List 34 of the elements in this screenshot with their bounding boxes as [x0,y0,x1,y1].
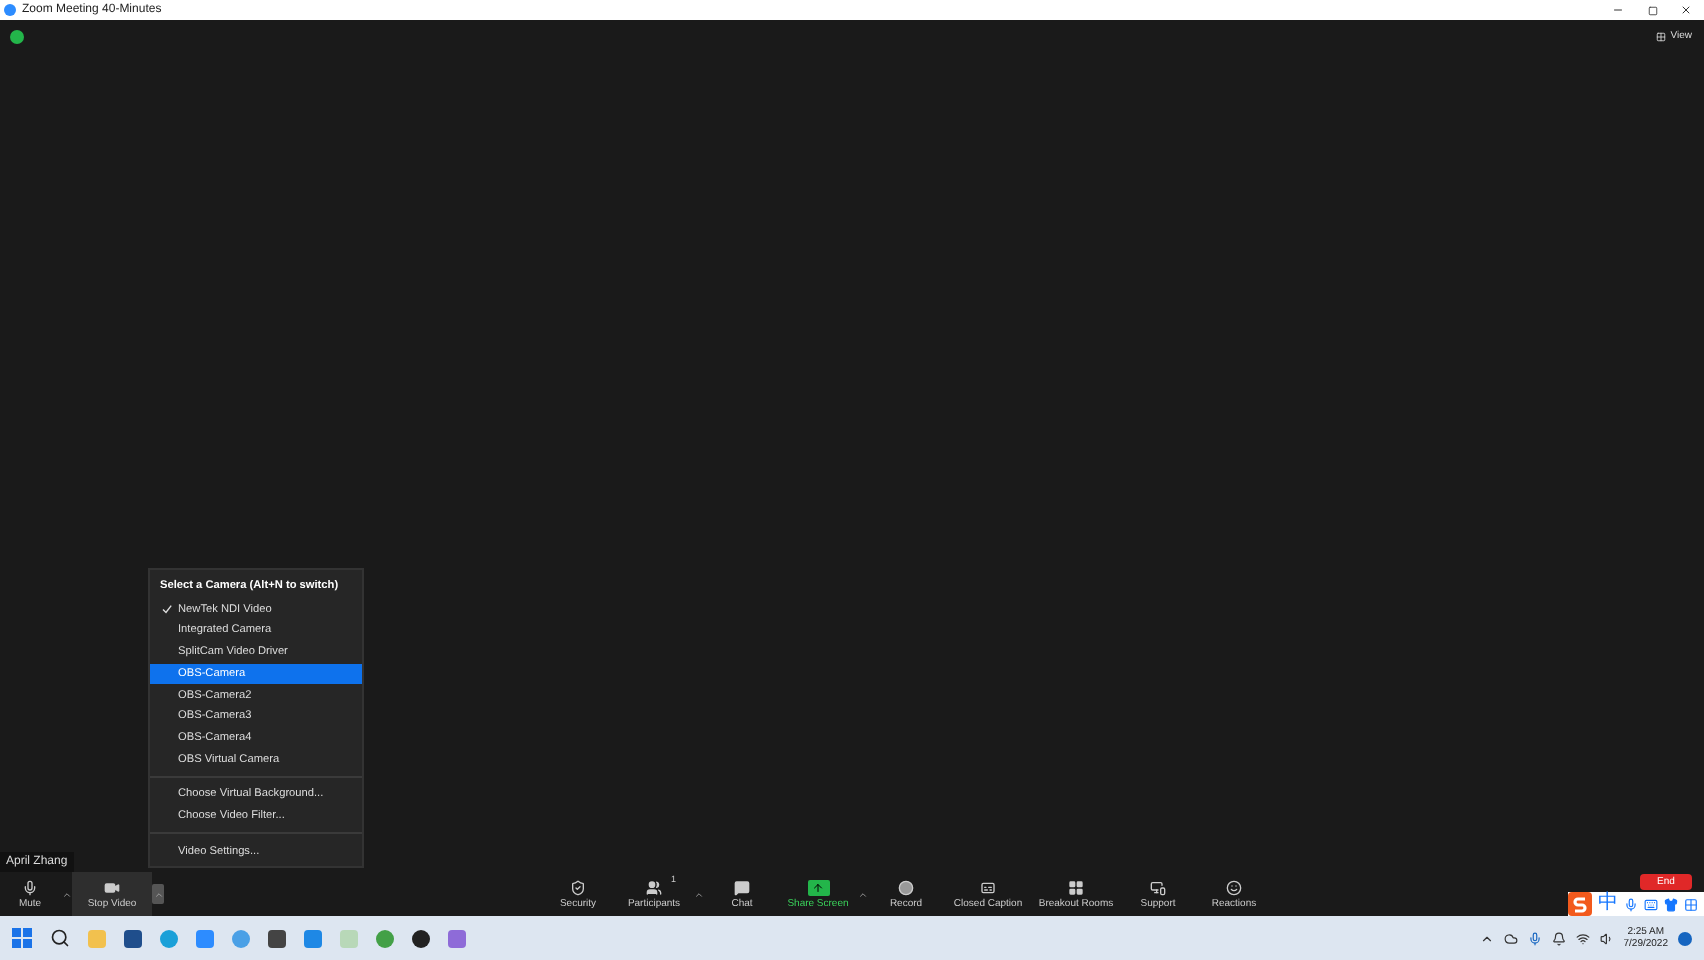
start-icon[interactable] [12,928,32,948]
volume-icon[interactable] [1599,931,1614,945]
keyboard-icon[interactable] [1644,897,1658,911]
cloud-icon[interactable] [1503,931,1518,945]
chevron-icon[interactable] [1479,931,1494,945]
grid-icon [1656,31,1667,41]
caret-icon [61,889,71,899]
bell-icon[interactable] [1551,931,1566,945]
close-icon [1680,4,1692,16]
people-icon [646,879,662,895]
app-logo-icon [4,4,16,16]
input-mode[interactable]: 中 [1598,894,1618,914]
caret-icon [857,889,867,899]
video-camera-icon [104,879,120,895]
screen-icon [1150,879,1166,895]
microphone-icon[interactable] [1624,897,1638,911]
minimize-icon [1612,4,1624,16]
shield-icon [570,879,586,895]
record-icon [898,879,914,895]
grid-icon [1068,879,1084,895]
search-icon[interactable] [50,928,70,948]
shirt-icon[interactable] [1664,897,1678,911]
smiley-icon [1226,879,1242,895]
notification-icon[interactable] [1678,931,1692,945]
caret-icon [153,889,163,899]
captions-icon [980,879,996,895]
wifi-icon[interactable] [1575,931,1590,945]
grid-icon[interactable] [1684,897,1698,911]
chat-icon [734,879,750,895]
microphone-icon [22,879,38,895]
microphone-icon[interactable] [1527,931,1542,945]
maximize-icon [1647,5,1657,15]
caret-icon [693,889,703,899]
share-screen-icon [807,879,829,895]
